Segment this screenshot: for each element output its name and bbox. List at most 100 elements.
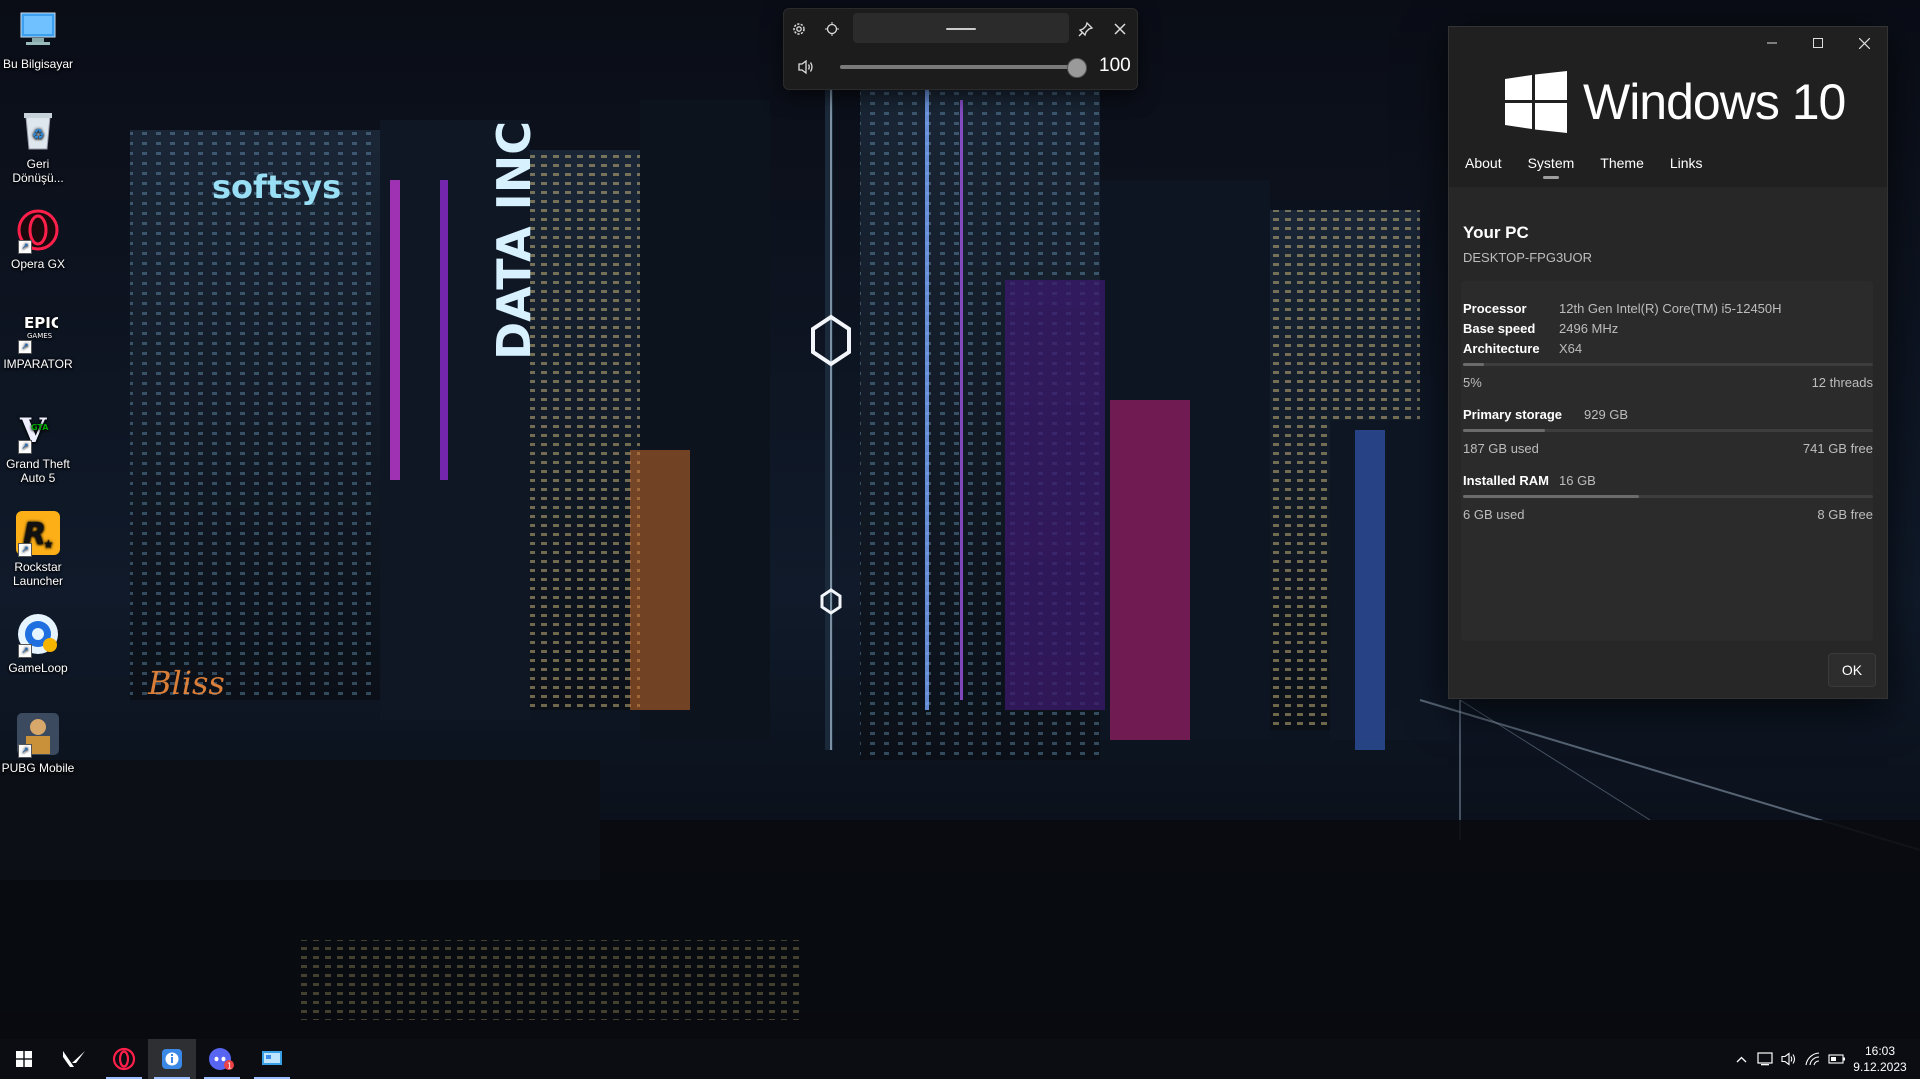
taskbar-clock[interactable]: 16:03 9.12.2023 <box>1848 1043 1912 1075</box>
valorant-icon <box>63 1051 85 1067</box>
tab-theme[interactable]: Theme <box>1600 155 1644 179</box>
taskbar-display-app[interactable] <box>248 1039 296 1079</box>
tray-network-display[interactable] <box>1754 1039 1776 1079</box>
winver-icon <box>162 1049 182 1069</box>
architecture-label: Architecture <box>1463 341 1540 356</box>
minimize-button[interactable] <box>1749 27 1795 59</box>
drag-handle[interactable] <box>853 13 1069 43</box>
base-speed-label: Base speed <box>1463 321 1536 336</box>
desktop-icon-label: Geri Dönüşü... <box>12 157 64 185</box>
ram-used-text: 6 GB used <box>1463 507 1525 522</box>
storage-usage-bar <box>1463 429 1873 432</box>
storage-label: Primary storage <box>1463 407 1562 422</box>
about-window: Windows 10 About System Theme Links Your… <box>1448 26 1888 699</box>
taskbar-winver[interactable] <box>148 1039 196 1079</box>
desktop-icon-pubg[interactable]: ↗ PUBG Mobile <box>0 704 76 775</box>
show-hidden-icons-button[interactable] <box>1730 1039 1752 1079</box>
storage-usage-fill <box>1463 429 1545 432</box>
volume-slider-fill <box>840 65 1076 69</box>
tab-links[interactable]: Links <box>1670 155 1703 179</box>
close-button[interactable] <box>1841 27 1887 59</box>
pin-icon[interactable] <box>1072 15 1100 43</box>
cpu-usage-fill <box>1463 363 1484 366</box>
clock-date: 9.12.2023 <box>1853 1060 1907 1074</box>
close-icon <box>1858 37 1870 49</box>
tab-about[interactable]: About <box>1465 155 1502 179</box>
processor-label: Processor <box>1463 301 1527 316</box>
tray-battery[interactable] <box>1826 1039 1848 1079</box>
storage-value: 929 GB <box>1584 407 1629 422</box>
gameloop-icon: ↗ <box>14 610 62 658</box>
threads-text: 12 threads <box>1811 375 1873 390</box>
ram-usage-fill <box>1463 495 1640 498</box>
ram-value: 16 GB <box>1559 473 1596 488</box>
svg-text:softsys: softsys <box>212 168 341 206</box>
ok-button[interactable]: OK <box>1828 653 1876 687</box>
taskbar-discord[interactable]: 1 <box>198 1039 246 1079</box>
pc-name: DESKTOP-FPG3UOR <box>1463 250 1593 265</box>
taskbar-opera-gx[interactable] <box>100 1039 148 1079</box>
desktop-icon-label: Rockstar Launcher <box>12 560 64 588</box>
windows-logo-icon <box>1505 71 1567 133</box>
maximize-icon <box>1813 38 1823 48</box>
wifi-icon <box>1805 1052 1820 1066</box>
your-pc-title: Your PC <box>1463 223 1529 242</box>
move-icon[interactable] <box>818 15 846 43</box>
close-icon[interactable] <box>1106 15 1134 43</box>
desktop-icon-epic-games[interactable]: EPIC GAMES ↗ IMPARATOR <box>0 300 76 371</box>
desktop-icon-recycle-bin[interactable]: ♻ Geri Dönüşü... <box>0 100 76 185</box>
storage-free-text: 741 GB free <box>1802 441 1873 456</box>
volume-icon <box>1781 1052 1796 1066</box>
windows-logo-row: Windows 10 <box>1505 71 1846 133</box>
recycle-bin-icon: ♻ <box>14 106 62 154</box>
cpu-usage-text: 5% <box>1463 375 1482 390</box>
start-icon <box>16 1051 32 1067</box>
display-app-icon <box>262 1051 282 1065</box>
opera-gx-icon: ↗ <box>14 206 62 254</box>
minimize-icon <box>1767 42 1777 44</box>
discord-badge: 1 <box>227 1062 232 1071</box>
architecture-value: X64 <box>1559 341 1583 356</box>
battery-icon <box>1828 1054 1845 1064</box>
discord-icon: 1 <box>209 1048 234 1071</box>
desktop-icon-gta5[interactable]: V GTA ↗ Grand Theft Auto 5 <box>0 400 76 485</box>
svg-text:GTA: GTA <box>31 423 49 432</box>
volume-value: 100 <box>1099 55 1131 76</box>
desktop-icon-label: IMPARATOR <box>3 357 73 371</box>
tab-system[interactable]: System <box>1528 155 1574 179</box>
shortcut-arrow-icon: ↗ <box>18 240 32 254</box>
volume-flyout: 100 <box>783 8 1138 90</box>
settings-icon[interactable] <box>785 15 813 43</box>
epic-games-icon: EPIC GAMES ↗ <box>14 306 62 354</box>
desktop-icon-rockstar[interactable]: R ★ ↗ Rockstar Launcher <box>0 503 76 588</box>
base-speed-value: 2496 MHz <box>1559 321 1619 336</box>
processor-value: 12th Gen Intel(R) Core(TM) i5-12450H <box>1559 301 1782 316</box>
desktop-icon-opera-gx[interactable]: ↗ Opera GX <box>0 200 76 271</box>
desktop-icon-label: Bu Bilgisayar <box>2 57 74 71</box>
volume-slider-thumb[interactable] <box>1067 58 1087 78</box>
start-button[interactable] <box>0 1039 48 1079</box>
spec-card: Processor 12th Gen Intel(R) Core(TM) i5-… <box>1461 281 1873 641</box>
cpu-usage-bar <box>1463 363 1873 366</box>
desktop-icon-this-pc[interactable]: Bu Bilgisayar <box>0 0 76 71</box>
speaker-icon[interactable] <box>792 53 820 81</box>
computer-icon <box>14 6 62 54</box>
svg-text:EPIC: EPIC <box>24 314 58 332</box>
maximize-button[interactable] <box>1795 27 1841 59</box>
volume-slider[interactable] <box>840 58 1087 78</box>
desktop-icon-label: PUBG Mobile <box>1 761 75 775</box>
system-tab-content: Your PC DESKTOP-FPG3UOR Processor 12th G… <box>1449 187 1887 698</box>
desktop-icon-gameloop[interactable]: ↗ GameLoop <box>0 604 76 675</box>
gta5-icon: V GTA ↗ <box>14 406 62 454</box>
desktop-icon-label: Opera GX <box>10 257 66 271</box>
desktop-icon-label: GameLoop <box>8 661 68 675</box>
taskbar-valorant[interactable] <box>50 1039 98 1079</box>
ram-free-text: 8 GB free <box>1817 507 1873 522</box>
svg-text:Bliss: Bliss <box>147 664 225 702</box>
tray-volume[interactable] <box>1778 1039 1800 1079</box>
tray-wifi[interactable] <box>1802 1039 1824 1079</box>
shortcut-arrow-icon: ↗ <box>18 744 32 758</box>
clock-time: 16:03 <box>1864 1044 1896 1058</box>
svg-text:♻: ♻ <box>32 127 45 143</box>
pubg-icon: ↗ <box>14 710 62 758</box>
